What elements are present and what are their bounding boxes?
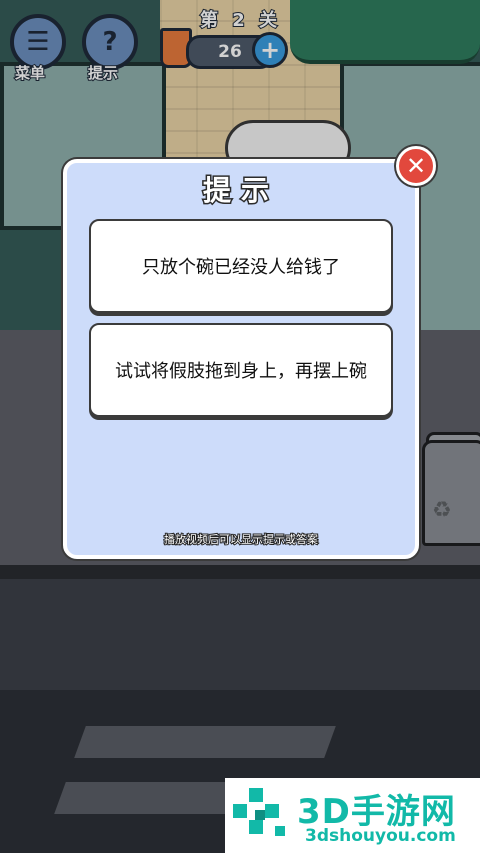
- site-watermark: 3D手游网 3dshouyou.com: [225, 778, 480, 853]
- hint-text-1: 只放个碗已经没人给钱了: [142, 257, 340, 278]
- hint-dialog: 提示 只放个碗已经没人给钱了 试试将假肢拖到身上，再摆上碗 播放视频后可以显示提…: [63, 159, 419, 559]
- hint-card-1[interactable]: 只放个碗已经没人给钱了: [89, 219, 393, 313]
- brand-url: 3dshouyou.com: [305, 826, 456, 846]
- hint-card-2[interactable]: 试试将假肢拖到身上，再摆上碗: [89, 323, 393, 417]
- dialog-title: 提示: [201, 173, 279, 209]
- brand-logo-icon: [233, 788, 285, 836]
- dialog-footer-note: 播放视频后可以显示提示或答案: [163, 532, 319, 547]
- close-icon: ✕: [405, 152, 427, 180]
- close-button[interactable]: ✕: [396, 146, 436, 186]
- hint-text-2: 试试将假肢拖到身上，再摆上碗: [115, 361, 367, 382]
